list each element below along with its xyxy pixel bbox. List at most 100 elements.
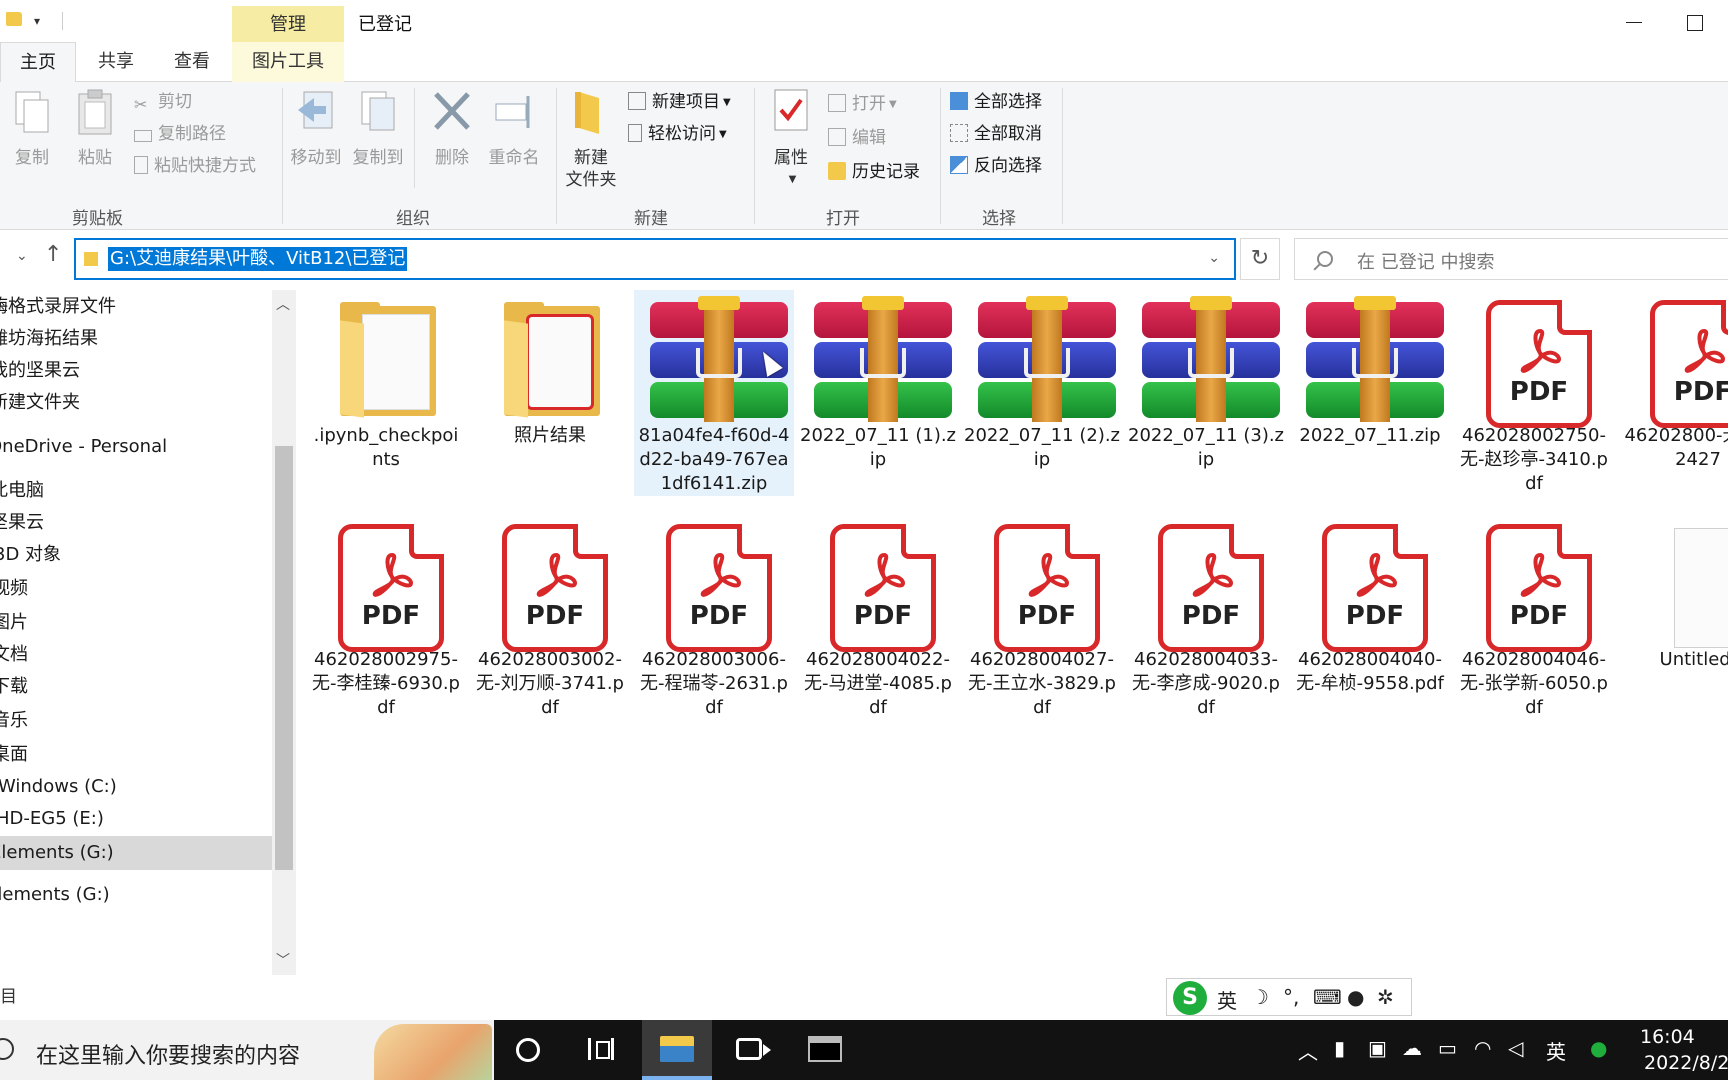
history-button[interactable]: 历史记录 (828, 158, 920, 186)
paste-button[interactable]: 粘贴 (70, 88, 120, 169)
rename-button[interactable]: 重命名 (486, 88, 542, 169)
copy-path-button[interactable]: 复制路径 (134, 120, 226, 148)
scrollbar-thumb[interactable] (275, 446, 293, 870)
taskbar-command-prompt[interactable] (790, 1020, 860, 1080)
search-input[interactable]: 在 已登记 中搜索 (1294, 238, 1728, 280)
edit-button[interactable]: 编辑 (828, 124, 886, 152)
file-item[interactable]: PDF 46202800-无-王-2427 (1618, 290, 1728, 472)
nav-item[interactable]: Elements (G:) (0, 878, 272, 912)
chevron-up-icon[interactable]: ︿ (276, 294, 290, 314)
copy-to-button[interactable]: 复制到 (350, 88, 406, 169)
nav-item[interactable]: Elements (G:) (0, 836, 272, 870)
chevron-down-icon[interactable]: ﹀ (276, 950, 290, 970)
tray-chevron-up-icon[interactable]: ︿ (1298, 1036, 1318, 1065)
nav-item[interactable]: 潍坊海拓结果 (0, 322, 272, 356)
minimize-button[interactable] (1620, 8, 1650, 36)
clock-time[interactable]: 16:04 (1640, 1026, 1695, 1048)
up-arrow-icon[interactable]: ↑ (44, 242, 62, 267)
nav-item[interactable]: 3D 对象 (0, 538, 272, 572)
taskbar-file-explorer[interactable] (642, 1020, 712, 1080)
screen-record-icon[interactable]: ▣ (1368, 1036, 1387, 1060)
file-item[interactable]: 照片结果 (470, 290, 630, 448)
tab-home[interactable]: 主页 (0, 42, 76, 83)
file-item[interactable]: PDF 462028004033-无-李彦成-9020.pdf (1126, 512, 1286, 720)
easy-access-button[interactable]: 轻松访问 ▼ (628, 120, 727, 148)
file-item[interactable]: Untitled. (1618, 512, 1728, 672)
address-bar[interactable]: G:\艾迪康结果\叶酸、VitB12\已登记 ⌄ (74, 238, 1236, 280)
nav-item[interactable]: 坚果云 (0, 506, 272, 540)
properties-button[interactable]: 属性 ▼ (766, 88, 816, 189)
tab-view[interactable]: 查看 (156, 42, 228, 82)
punctuation-icon[interactable]: °, (1283, 985, 1299, 1009)
wifi-icon[interactable]: ◠ (1474, 1036, 1491, 1060)
maximize-button[interactable] (1680, 8, 1710, 36)
speaker-icon[interactable]: ◁ (1508, 1036, 1523, 1060)
battery-icon[interactable]: ▭ (1438, 1036, 1457, 1060)
select-none-button[interactable]: 全部取消 (950, 120, 1042, 148)
nav-item[interactable]: 视频 (0, 572, 272, 606)
nav-item[interactable]: 我的坚果云 (0, 354, 272, 388)
file-item[interactable]: PDF 462028002975-无-李桂臻-6930.pdf (306, 512, 466, 720)
cortana-icon[interactable] (516, 1038, 540, 1062)
file-item[interactable]: PDF 462028004046-无-张学新-6050.pdf (1454, 512, 1614, 720)
file-item[interactable]: PDF 462028004022-无-马进堂-4085.pdf (798, 512, 958, 720)
address-path[interactable]: G:\艾迪康结果\叶酸、VitB12\已登记 (108, 247, 408, 271)
nav-item[interactable]: 文档 (0, 638, 272, 672)
paste-shortcut-button[interactable]: 粘贴快捷方式 (134, 152, 256, 180)
file-item[interactable]: 2022_07_11 (1).zip (798, 290, 958, 472)
clock-date[interactable]: 2022/8/2 (1644, 1052, 1728, 1074)
nav-item[interactable]: Windows (C:) (0, 770, 272, 804)
nav-item[interactable]: 图片 (0, 606, 272, 640)
scrollbar[interactable]: ︿ ﹀ (272, 290, 296, 975)
recent-locations-icon[interactable]: ⌄ (16, 248, 28, 264)
file-item[interactable]: PDF 462028003006-无-程瑞苓-2631.pdf (634, 512, 794, 720)
file-item[interactable]: .ipynb_checkpoints (306, 290, 466, 472)
file-item[interactable]: PDF 462028002750-无-赵珍亭-3410.pdf (1454, 290, 1614, 496)
nav-item[interactable]: HD-EG5 (E:) (0, 802, 272, 836)
nav-item[interactable]: 此电脑 (0, 474, 272, 508)
open-button[interactable]: 打开 ▼ (828, 90, 897, 118)
file-item[interactable]: PDF 462028003002-无-刘万顺-3741.pdf (470, 512, 630, 720)
refresh-button[interactable]: ↻ (1240, 238, 1280, 280)
nav-item[interactable]: 下载 (0, 670, 272, 704)
ime-language[interactable]: 英 (1217, 985, 1237, 1014)
select-all-button[interactable]: 全部选择 (950, 88, 1042, 116)
file-item[interactable]: PDF 462028004040-无-牟桢-9558.pdf (1290, 512, 1450, 696)
tab-picture-tools[interactable]: 图片工具 (232, 42, 344, 82)
tab-manage[interactable]: 管理 (232, 6, 344, 42)
nav-item[interactable]: 嗨格式录屏文件 (0, 290, 272, 324)
cut-button[interactable]: ✂ 剪切 (134, 88, 192, 116)
chevron-down-icon[interactable]: ⌄ (1208, 250, 1220, 266)
user-icon[interactable]: ● (1347, 985, 1364, 1009)
invert-selection-button[interactable]: 反向选择 (950, 152, 1042, 180)
nav-item[interactable]: 桌面 (0, 738, 272, 772)
moon-icon[interactable]: ☽ (1251, 985, 1269, 1009)
sogou-tray-icon[interactable]: ● (1590, 1036, 1607, 1060)
nav-item[interactable]: 新建文件夹 (0, 386, 272, 420)
nav-item[interactable]: 音乐 (0, 704, 272, 738)
copy-button[interactable]: 复制 (10, 88, 54, 169)
file-item[interactable]: 2022_07_11 (2).zip (962, 290, 1122, 472)
cloud-icon[interactable]: ☁ (1402, 1036, 1422, 1060)
file-item[interactable]: PDF 462028004027-无-王立水-3829.pdf (962, 512, 1122, 720)
new-item-button[interactable]: 新建项目 ▼ (628, 88, 731, 116)
file-item[interactable]: 2022_07_11.zip (1290, 290, 1450, 448)
nav-item[interactable]: OneDrive - Personal (0, 430, 272, 464)
file-item[interactable]: 81a04fe4-f60d-4d22-ba49-767ea1df6141.zip (634, 290, 794, 496)
delete-button[interactable]: 删除 (428, 88, 476, 169)
ime-toolbar[interactable]: S 英 ☽ °, ⌨ ● ✲ (1166, 978, 1412, 1016)
sogou-logo-icon[interactable]: S (1173, 981, 1207, 1015)
microphone-icon[interactable]: ▮ (1334, 1036, 1345, 1060)
tab-share[interactable]: 共享 (80, 42, 152, 82)
apps-icon[interactable]: ✲ (1377, 985, 1394, 1009)
folder-icon[interactable] (6, 12, 22, 26)
quick-access-dropdown-icon[interactable]: ▾ (34, 14, 40, 28)
move-to-button[interactable]: 移动到 (288, 88, 344, 169)
keyboard-icon[interactable]: ⌨ (1313, 985, 1342, 1009)
file-item[interactable]: 2022_07_11 (3).zip (1126, 290, 1286, 472)
new-folder-button[interactable]: 新建 文件夹 (562, 88, 620, 191)
tray-input-language[interactable]: 英 (1546, 1036, 1566, 1065)
task-view-icon[interactable] (588, 1038, 614, 1060)
taskbar-camera-app[interactable] (716, 1020, 786, 1080)
taskbar-search[interactable]: 在这里输入你要搜索的内容 (0, 1020, 494, 1080)
